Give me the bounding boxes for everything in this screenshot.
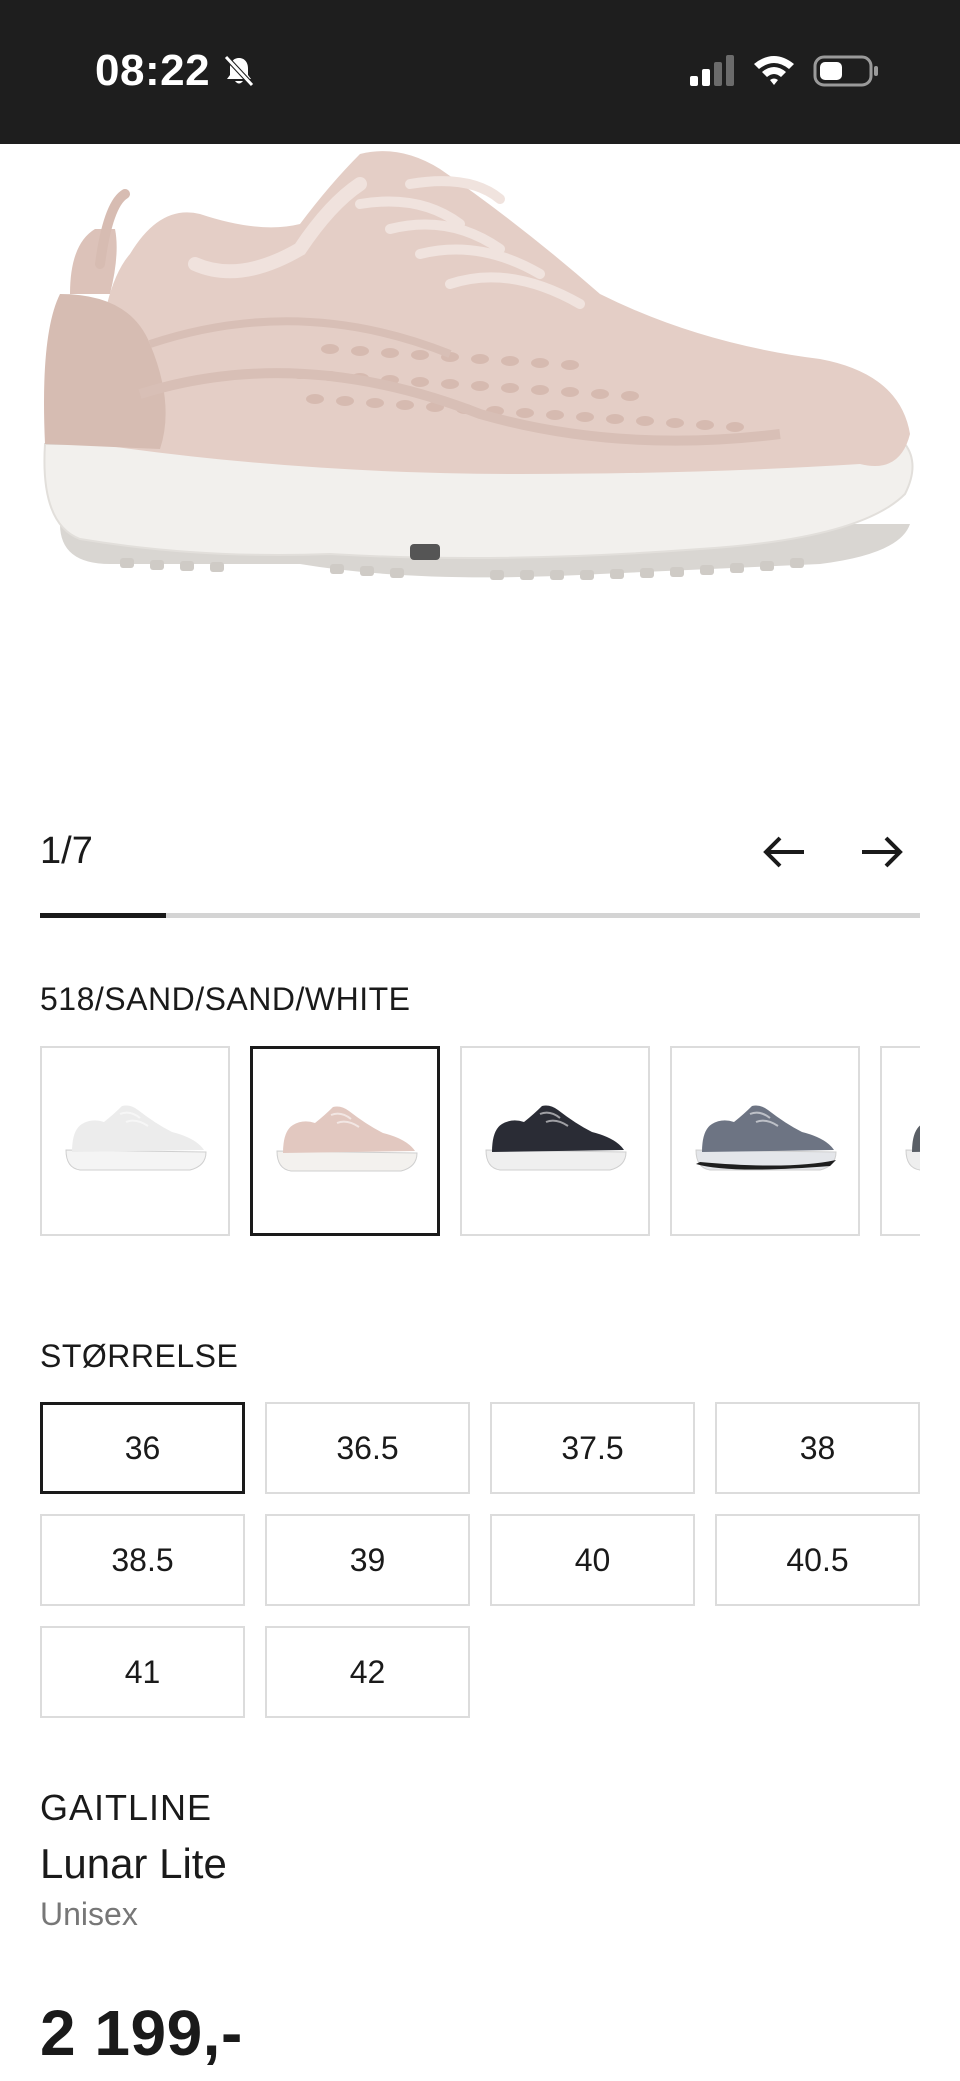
gallery-progress bbox=[40, 913, 920, 918]
sneaker-illustration bbox=[43, 151, 914, 580]
bell-slash-icon bbox=[224, 55, 254, 87]
product-price: 2 199,- bbox=[40, 1997, 243, 2069]
product-image[interactable] bbox=[0, 144, 960, 804]
sneaker-thumbnail bbox=[485, 1105, 627, 1171]
size-option-42[interactable]: 42 bbox=[265, 1626, 470, 1718]
size-option-40[interactable]: 40 bbox=[490, 1514, 695, 1606]
status-bar: 08:22 bbox=[0, 0, 960, 144]
product-gender: Unisex bbox=[40, 1896, 138, 1932]
color-variant-label: 518/SAND/SAND/WHITE bbox=[40, 981, 411, 1017]
sneaker-thumbnail bbox=[65, 1105, 207, 1171]
product-name: Lunar Lite bbox=[40, 1840, 227, 1887]
arrow-right-icon[interactable] bbox=[858, 832, 906, 872]
gallery-counter: 1/7 bbox=[40, 830, 93, 872]
size-option-41[interactable]: 41 bbox=[40, 1626, 245, 1718]
size-option-38-5[interactable]: 38.5 bbox=[40, 1514, 245, 1606]
cellular-signal-icon bbox=[690, 55, 734, 86]
size-option-38[interactable]: 38 bbox=[715, 1402, 920, 1494]
sneaker-thumbnail bbox=[905, 1125, 920, 1171]
color-swatch-sand[interactable] bbox=[250, 1046, 440, 1236]
size-option-39[interactable]: 39 bbox=[265, 1514, 470, 1606]
arrow-left-icon[interactable] bbox=[760, 832, 808, 872]
battery-icon bbox=[813, 55, 878, 87]
color-swatch-white[interactable] bbox=[40, 1046, 230, 1236]
size-option-40-5[interactable]: 40.5 bbox=[715, 1514, 920, 1606]
wifi-icon bbox=[754, 56, 794, 85]
color-swatch-black[interactable] bbox=[460, 1046, 650, 1236]
sneaker-thumbnail bbox=[276, 1106, 418, 1172]
color-swatch-list bbox=[40, 1046, 920, 1236]
size-option-36[interactable]: 36 bbox=[40, 1402, 245, 1494]
gallery-progress-fill bbox=[40, 913, 166, 918]
color-swatch-grey-blue[interactable] bbox=[670, 1046, 860, 1236]
color-swatch-dark-grey[interactable] bbox=[880, 1046, 920, 1236]
status-time: 08:22 bbox=[95, 46, 211, 95]
size-option-37-5[interactable]: 37.5 bbox=[490, 1402, 695, 1494]
sneaker-thumbnail bbox=[695, 1105, 837, 1171]
size-option-36-5[interactable]: 36.5 bbox=[265, 1402, 470, 1494]
size-label: STØRRELSE bbox=[40, 1338, 239, 1374]
brand-name: GAITLINE bbox=[40, 1787, 213, 1828]
